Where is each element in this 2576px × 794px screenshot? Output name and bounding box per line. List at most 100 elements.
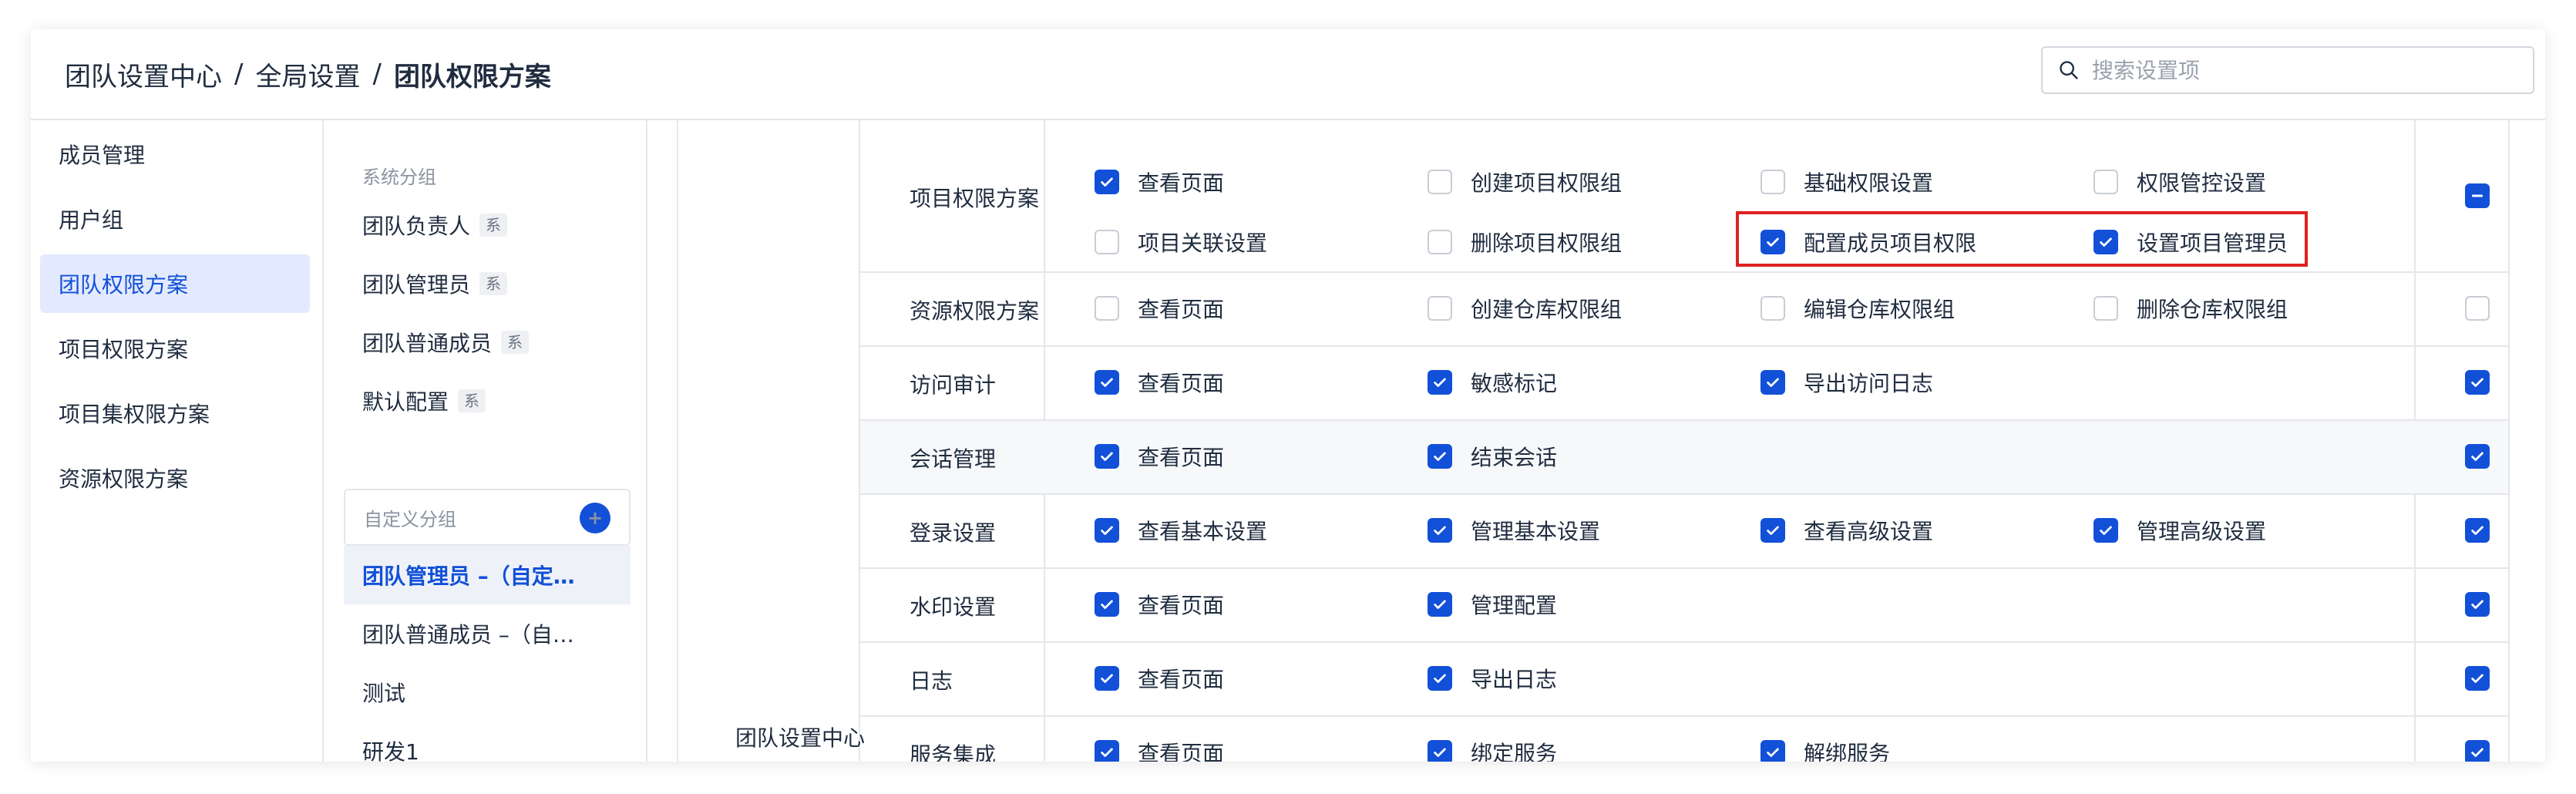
permission-item[interactable]: 项目关联设置 — [1095, 227, 1267, 257]
custom-group-item[interactable]: 团队普通成员 –（自… — [344, 604, 631, 663]
permission-item[interactable]: 权限管控设置 — [2093, 167, 2266, 197]
system-group-item[interactable]: 默认配置系 — [362, 385, 486, 416]
plus-icon[interactable]: + — [580, 503, 610, 533]
row-select-checkbox[interactable] — [2465, 592, 2490, 617]
permission-item[interactable]: 创建项目权限组 — [1428, 167, 1622, 197]
row-select-checkbox[interactable] — [2465, 183, 2490, 208]
permission-label: 删除仓库权限组 — [2137, 297, 2288, 322]
permission-checkbox[interactable] — [1428, 230, 1452, 254]
permission-checkbox[interactable] — [1428, 740, 1452, 762]
permission-item[interactable]: 查看页面 — [1095, 293, 1224, 324]
permission-item[interactable]: 删除仓库权限组 — [2093, 293, 2288, 324]
permission-item[interactable]: 查看页面 — [1095, 589, 1224, 620]
row-select-all[interactable] — [2465, 740, 2490, 762]
row-select-all[interactable] — [2465, 518, 2490, 543]
permission-checkbox[interactable] — [1760, 370, 1785, 395]
permission-checkbox[interactable] — [1095, 518, 1119, 543]
row-select-all[interactable] — [2465, 444, 2490, 469]
system-group-item[interactable]: 团队普通成员系 — [362, 327, 530, 358]
row-select-checkbox[interactable] — [2465, 666, 2490, 691]
nav-item[interactable]: 用户组 — [40, 190, 310, 248]
system-group-item[interactable]: 团队管理员系 — [362, 268, 508, 299]
nav-item[interactable]: 团队权限方案 — [40, 254, 310, 313]
permission-item[interactable]: 解绑服务 — [1760, 737, 1890, 762]
permission-item[interactable]: 查看页面 — [1095, 441, 1224, 472]
breadcrumb-item-team-center[interactable]: 团队设置中心 — [65, 56, 222, 93]
permission-checkbox[interactable] — [1428, 592, 1452, 617]
row-select-checkbox[interactable] — [2465, 518, 2490, 543]
permission-checkbox[interactable] — [1760, 296, 1785, 321]
system-group-item[interactable]: 团队负责人系 — [362, 210, 508, 241]
row-select-all[interactable] — [2465, 296, 2490, 321]
group-item-label: 默认配置 — [362, 389, 449, 415]
permission-item[interactable]: 管理配置 — [1428, 589, 1557, 620]
permission-checkbox[interactable] — [1095, 230, 1119, 254]
permission-item[interactable]: 编辑仓库权限组 — [1760, 293, 1955, 324]
highlight-box — [1736, 211, 2308, 267]
permission-item[interactable]: 查看页面 — [1095, 663, 1224, 694]
permission-checkbox[interactable] — [1095, 592, 1119, 617]
permission-item[interactable]: 导出日志 — [1428, 663, 1557, 694]
breadcrumb-separator: / — [234, 59, 244, 89]
permission-label: 查看页面 — [1138, 445, 1225, 470]
permission-label: 绑定服务 — [1471, 741, 1558, 762]
settings-card: 团队设置中心 / 全局设置 / 团队权限方案 成员管理用户组团队权限方案项目权限… — [31, 29, 2545, 762]
custom-group-item[interactable]: 测试 — [344, 663, 631, 722]
permission-item[interactable]: 查看基本设置 — [1095, 515, 1267, 546]
permission-item[interactable]: 管理基本设置 — [1428, 515, 1600, 546]
permission-checkbox[interactable] — [1760, 740, 1785, 762]
permission-checkbox[interactable] — [1428, 296, 1452, 321]
permission-item[interactable]: 查看高级设置 — [1760, 515, 1933, 546]
nav-item[interactable]: 资源权限方案 — [40, 449, 310, 507]
permission-checkbox[interactable] — [1428, 444, 1452, 469]
nav-item[interactable]: 项目权限方案 — [40, 319, 310, 378]
permission-checkbox[interactable] — [1760, 518, 1785, 543]
permission-item[interactable]: 导出访问日志 — [1760, 367, 1933, 398]
system-badge: 系 — [458, 389, 486, 412]
row-select-all[interactable] — [2465, 666, 2490, 691]
custom-group-header: 自定义分组 + — [344, 489, 631, 546]
permission-item[interactable]: 查看页面 — [1095, 737, 1224, 762]
permission-item[interactable]: 绑定服务 — [1428, 737, 1557, 762]
row-select-checkbox[interactable] — [2465, 296, 2490, 321]
permission-checkbox[interactable] — [1760, 170, 1785, 194]
module-label: 项目权限方案 — [910, 186, 1040, 211]
permission-checkbox[interactable] — [1095, 370, 1119, 395]
permission-item[interactable]: 查看页面 — [1095, 367, 1224, 398]
row-select-all[interactable] — [2465, 592, 2490, 617]
permission-checkbox[interactable] — [1428, 370, 1452, 395]
permission-checkbox[interactable] — [1095, 296, 1119, 321]
permission-item[interactable]: 创建仓库权限组 — [1428, 293, 1622, 324]
permission-checkbox[interactable] — [1095, 170, 1119, 194]
permission-item[interactable]: 敏感标记 — [1428, 367, 1557, 398]
permission-checkbox[interactable] — [2093, 296, 2118, 321]
search-input[interactable] — [2092, 57, 2524, 83]
permission-checkbox[interactable] — [1428, 666, 1452, 691]
permission-item[interactable]: 删除项目权限组 — [1428, 227, 1622, 257]
row-select-all[interactable] — [2465, 183, 2490, 208]
custom-group-item[interactable]: 研发1 — [344, 722, 631, 762]
row-divider — [860, 271, 2508, 273]
permission-checkbox[interactable] — [1095, 666, 1119, 691]
permission-checkbox[interactable] — [2093, 170, 2118, 194]
permission-label: 管理配置 — [1471, 593, 1558, 618]
permission-checkbox[interactable] — [1428, 170, 1452, 194]
permission-checkbox[interactable] — [1095, 740, 1119, 762]
permission-checkbox[interactable] — [1428, 518, 1452, 543]
group-item-label: 团队管理员 — [362, 272, 471, 298]
permission-checkbox[interactable] — [2093, 518, 2118, 543]
row-select-checkbox[interactable] — [2465, 444, 2490, 469]
row-select-all[interactable] — [2465, 370, 2490, 395]
permission-item[interactable]: 查看页面 — [1095, 167, 1224, 197]
nav-item[interactable]: 项目集权限方案 — [40, 384, 310, 442]
row-select-checkbox[interactable] — [2465, 740, 2490, 762]
breadcrumb-item-global[interactable]: 全局设置 — [255, 56, 360, 93]
permission-item[interactable]: 管理高级设置 — [2093, 515, 2266, 546]
permission-item[interactable]: 基础权限设置 — [1760, 167, 1933, 197]
search-box[interactable] — [2041, 46, 2534, 94]
permission-item[interactable]: 结束会话 — [1428, 441, 1557, 472]
custom-group-item[interactable]: 团队管理员 –（自定… — [344, 546, 631, 604]
row-select-checkbox[interactable] — [2465, 370, 2490, 395]
nav-item[interactable]: 成员管理 — [40, 125, 310, 183]
permission-checkbox[interactable] — [1095, 444, 1119, 469]
